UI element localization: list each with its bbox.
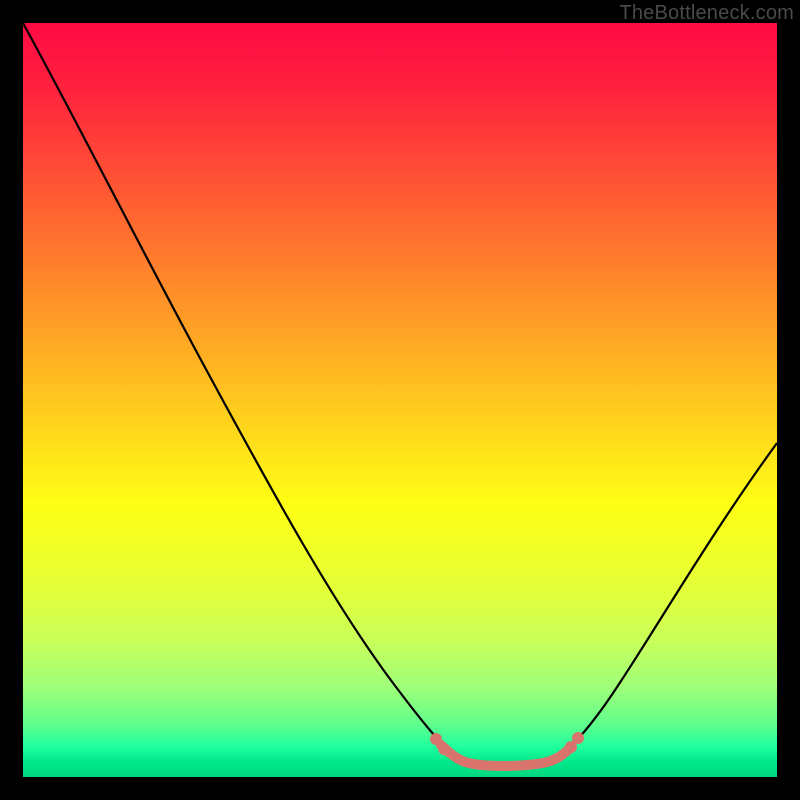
chart-frame: TheBottleneck.com [0, 0, 800, 800]
chart-svg [23, 23, 777, 777]
highlight-dot [430, 733, 442, 745]
optimal-zone-band [441, 745, 569, 766]
bottleneck-curve [23, 23, 777, 765]
plot-area [23, 23, 777, 777]
highlight-dot [572, 732, 584, 744]
watermark-label: TheBottleneck.com [619, 2, 794, 25]
highlight-dot [438, 743, 450, 755]
